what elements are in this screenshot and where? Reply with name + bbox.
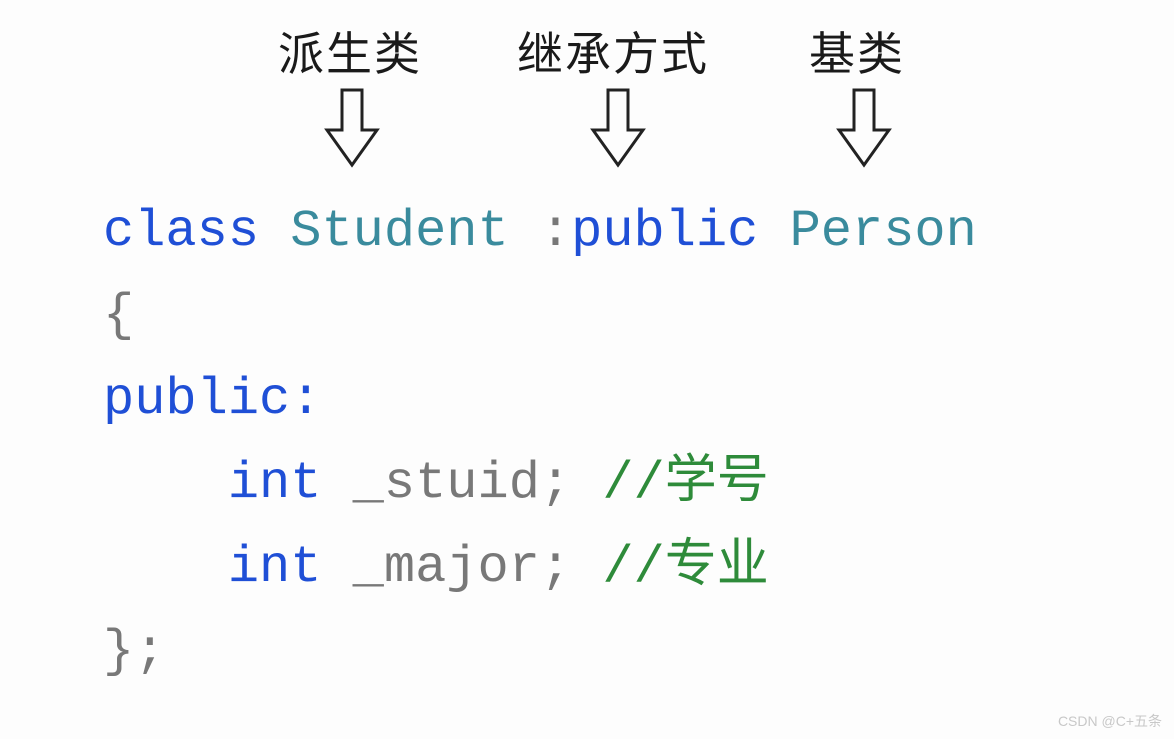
label-derived-class: 派生类 <box>278 18 422 84</box>
code-block: class Student :public Person { public: i… <box>103 190 977 694</box>
member-stuid: _stuid; <box>353 454 571 513</box>
down-arrow-icon <box>834 85 894 175</box>
keyword-int: int <box>228 538 322 597</box>
keyword-int: int <box>228 454 322 513</box>
down-arrow-icon <box>322 85 382 175</box>
label-base-class: 基类 <box>809 18 905 84</box>
keyword-public-inheritance: public <box>571 202 758 261</box>
label-inheritance-mode: 继承方式 <box>517 18 709 84</box>
type-student: Student <box>290 202 508 261</box>
brace-open: { <box>103 286 134 345</box>
annotation-row: 派生类 继承方式 基类 <box>0 18 1174 78</box>
keyword-class: class <box>103 202 259 261</box>
down-arrow-icon <box>588 85 648 175</box>
comment-stuid: //学号 <box>602 454 768 513</box>
keyword-public-label: public: <box>103 370 321 429</box>
member-major: _major; <box>353 538 571 597</box>
watermark: CSDN @C+五条 <box>1058 711 1162 731</box>
comment-major: //专业 <box>602 538 768 597</box>
brace-close: }; <box>103 622 165 681</box>
type-person: Person <box>790 202 977 261</box>
colon: : <box>540 202 571 261</box>
